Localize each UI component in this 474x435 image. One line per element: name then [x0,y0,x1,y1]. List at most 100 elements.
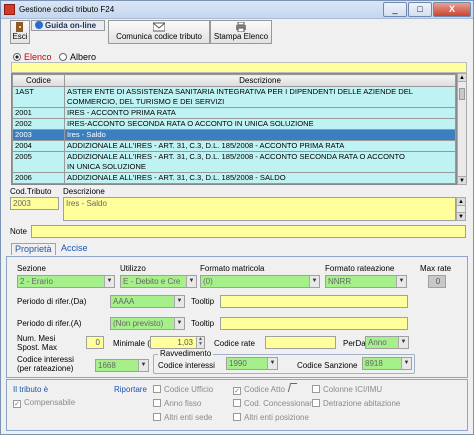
codice-sanzione-value: 8918 [365,359,383,368]
note-label: Note [10,227,27,236]
checkbox-icon [233,413,241,421]
chevron-down-icon[interactable]: ▼ [138,360,148,371]
compensabile-checkbox[interactable]: ✓ Compensabile [13,398,75,408]
num-mesi-field[interactable]: 0 [86,336,104,349]
checkbox-icon [153,413,161,421]
help-icon [35,21,43,29]
desc-cell: ADDIZIONALE ALL'IRES - ART. 31, C.3, D.L… [64,172,456,184]
title-bar: Gestione codici tributo F24 _ □ X [1,1,473,19]
options-panel: Il tributo è ✓ Compensabile Riportare Cod… [6,379,468,431]
elenco-radio[interactable]: Elenco [13,52,52,62]
codice-interessi-select[interactable]: 1990 ▼ [226,357,278,370]
scroll-thumb[interactable] [459,88,465,100]
table-row[interactable]: 1AST ASTER ENTE DI ASSISTENZA SANITARIA I… [12,86,456,108]
codice-atto-checkbox[interactable]: ✓ Codice Atto [233,385,285,395]
descrizione-scrollbar[interactable]: ▲ ▼ [456,197,466,221]
proprieta-panel: Sezione 2 - Erario ▼ Utilizzo E - Debito … [6,256,468,378]
code-cell: 2004 [12,140,65,152]
comunica-codice-button[interactable]: Comunica codice tributo [108,20,210,44]
periodo-da-select[interactable]: AAAA ▼ [110,295,185,308]
code-cell: 2006 [12,172,65,184]
tooltip-field-1[interactable] [220,295,408,308]
tooltip-field-2[interactable] [220,317,408,330]
desc-cell: IRES - ACCONTO PRIMA RATA [64,107,456,119]
chevron-down-icon[interactable]: ▼ [401,358,411,369]
table-row[interactable]: 2002 IRES-ACCONTO SECONDA RATA O ACCONTO … [12,118,456,130]
table-row-selected[interactable]: 2003 Ires - Saldo [12,129,456,141]
codice-ufficio-checkbox[interactable]: Codice Ufficio [153,385,213,394]
close-button[interactable]: X [433,2,471,17]
chevron-down-icon[interactable]: ▼ [267,358,277,369]
perda-select[interactable]: Anno ▼ [365,336,409,349]
anno-fisso-checkbox[interactable]: Anno fisso [153,399,201,408]
cod-concessionario-checkbox[interactable]: Cod. Concessionario [233,399,318,408]
periodo-a-select[interactable]: (Non previsto) ▼ [110,317,185,330]
code-cell: 2003 [12,129,65,141]
table-scrollbar[interactable]: ▲ ▼ [457,73,467,185]
formato-matricola-select[interactable]: (0) ▼ [200,275,320,288]
filter-row[interactable] [11,62,467,73]
altri-enti-posizione-label: Altri enti posizione [244,413,309,422]
chevron-down-icon[interactable]: ▼ [398,337,408,348]
scroll-up-icon[interactable]: ▲ [458,74,466,82]
printer-icon [236,22,246,32]
chevron-down-icon[interactable]: ▼ [186,276,196,287]
table-row[interactable]: 2001 IRES - ACCONTO PRIMA RATA [12,107,456,119]
chevron-down-icon[interactable]: ▼ [174,318,184,329]
albero-label: Albero [70,52,97,62]
main-window: Gestione codici tributo F24 _ □ X Esci G… [0,0,474,435]
formato-rateazione-value: NNRR [328,277,352,286]
note-field[interactable] [31,225,466,238]
stepper-icon[interactable]: ▲ ▼ [196,337,204,348]
codice-interessi-rate-label: Codice interessi (per rateazione) [17,355,74,373]
radio-checked-icon [13,53,21,61]
desc-cell: IRES-ACCONTO SECONDA RATA O ACCONTO IN U… [64,118,456,130]
detrazione-abitazione-checkbox[interactable]: Detrazione abitazione [312,399,400,408]
codice-rate-field[interactable] [265,336,336,349]
descrizione-field[interactable]: Ires - Saldo [63,197,456,221]
table-row[interactable]: 2005 ADDIZIONALE ALL'IRES - ART. 31, C.3,… [12,151,456,173]
sezione-select[interactable]: 2 - Erario ▼ [17,275,115,288]
minimize-button[interactable]: _ [383,2,407,17]
exit-door-icon [16,22,23,32]
codice-interessi-label: Codice interessi [158,361,215,370]
chevron-down-icon[interactable]: ▼ [309,276,319,287]
guida-online-button[interactable]: Guida on-line [31,20,105,31]
tab-accise[interactable]: Accise [58,243,91,255]
altri-enti-sede-checkbox[interactable]: Altri enti sede [153,413,212,422]
checkbox-icon [312,399,320,407]
stampa-elenco-button[interactable]: Stampa Elenco [210,20,272,44]
utilizzo-select[interactable]: E - Debito e Cre ▼ [120,275,197,288]
column-header-codice[interactable]: Codice [12,74,65,87]
codice-interessi-rate-select[interactable]: 1668 ▼ [95,359,149,372]
chevron-down-icon[interactable]: ▼ [174,296,184,307]
checkbox-icon [312,385,320,393]
scroll-down-icon[interactable]: ▼ [457,212,465,220]
table-row[interactable]: 2004 ADDIZIONALE ALL'IRES - ART. 31, C.3,… [12,140,456,152]
formato-rateazione-select[interactable]: NNRR ▼ [325,275,407,288]
utilizzo-value: E - Debito e Cre [123,277,181,286]
formato-matricola-value: (0) [203,277,213,286]
esci-button[interactable]: Esci [10,20,30,44]
codice-rate-label: Codice rate [214,339,255,348]
altri-enti-posizione-checkbox[interactable]: Altri enti posizione [233,413,309,422]
maximize-button[interactable]: □ [408,2,432,17]
albero-radio[interactable]: Albero [59,52,96,62]
table-row[interactable]: 2006 ADDIZIONALE ALL'IRES - ART. 31, C.3,… [12,172,456,184]
checkbox-icon [233,399,241,407]
ravvedimento-label: Ravvedimento [158,349,214,358]
chevron-down-icon[interactable]: ▼ [396,276,406,287]
tab-proprieta[interactable]: Proprietà [11,243,56,255]
scroll-up-icon[interactable]: ▲ [457,198,465,206]
app-icon [4,4,15,15]
codice-ufficio-label: Codice Ufficio [164,385,214,394]
minimale-field[interactable]: 1,03 ▲ ▼ [150,336,205,349]
scroll-down-icon[interactable]: ▼ [458,176,466,184]
column-header-descrizione[interactable]: Descrizione [64,74,456,87]
tooltip-label-2: Tooltip [191,319,215,328]
chevron-down-icon[interactable]: ▼ [104,276,114,287]
codice-sanzione-select[interactable]: 8918 ▼ [362,357,412,370]
codes-table: Codice Descrizione 1AST ASTER ENTE DI ASS… [11,73,457,185]
colonne-ici-imu-checkbox[interactable]: Colonne ICI/IMU [312,385,382,394]
cod-tributo-field[interactable]: 2003 [10,197,59,210]
